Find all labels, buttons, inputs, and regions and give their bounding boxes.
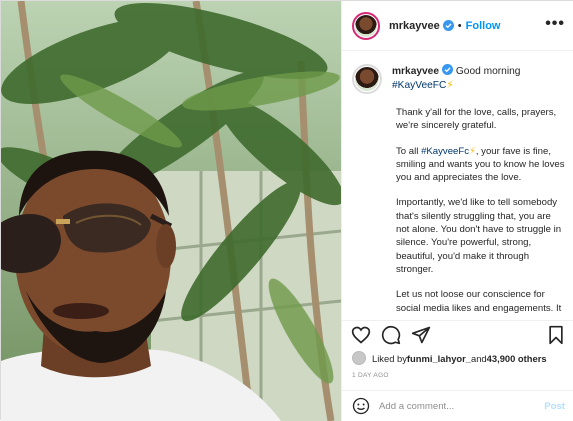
likes-summary: Liked by funmi_lahyor_ and 43,900 others bbox=[352, 351, 572, 365]
more-options-icon[interactable]: ••• bbox=[545, 16, 565, 32]
selfie-image bbox=[1, 1, 341, 421]
caption-area: mrkayvee Good morning #KayVeeFC⚡ Thank y… bbox=[342, 52, 573, 320]
post-photo[interactable] bbox=[1, 1, 341, 421]
caption-first-line: mrkayvee Good morning #KayVeeFC⚡ bbox=[392, 64, 520, 92]
verified-badge-icon bbox=[442, 64, 454, 75]
liker-avatar[interactable] bbox=[352, 351, 366, 365]
hashtag-link[interactable]: #KayveeFc bbox=[421, 146, 469, 157]
caption-paragraph: Importantly, we'd like to tell somebody … bbox=[396, 197, 562, 275]
follow-button[interactable]: Follow bbox=[466, 20, 501, 32]
verified-badge-icon bbox=[442, 20, 454, 31]
share-icon bbox=[411, 326, 431, 343]
like-button[interactable] bbox=[351, 325, 371, 345]
bookmark-icon bbox=[549, 325, 563, 344]
separator-dot: • bbox=[457, 19, 462, 32]
caption-avatar[interactable] bbox=[352, 64, 382, 94]
caption-paragraph: Let us not loose our conscience for soci… bbox=[396, 289, 562, 314]
caption-greeting: Good morning bbox=[455, 66, 521, 77]
smiley-icon[interactable] bbox=[352, 397, 370, 415]
caption-paragraph: To all #KayveeFc⚡, your fave is fine, sm… bbox=[396, 145, 565, 185]
post-comment-button[interactable]: Post bbox=[544, 401, 565, 412]
hashtag-link[interactable]: #KayVeeFC bbox=[392, 80, 446, 91]
lightning-emoji-icon: ⚡ bbox=[469, 145, 476, 157]
caption-paragraph: Thank y'all for the love, calls, prayers… bbox=[396, 107, 557, 132]
post-timestamp[interactable]: 1 DAY AGO bbox=[352, 372, 389, 379]
comment-button[interactable] bbox=[381, 325, 401, 345]
post-sidebar: mrkayvee • Follow ••• mrkayvee Good morn… bbox=[341, 1, 573, 421]
comment-icon bbox=[381, 325, 401, 344]
likes-middle: and bbox=[471, 352, 487, 364]
liker-username[interactable]: funmi_lahyor_ bbox=[407, 353, 471, 364]
likes-count[interactable]: 43,900 others bbox=[487, 353, 547, 364]
author-avatar[interactable] bbox=[352, 11, 380, 40]
action-bar bbox=[342, 320, 573, 348]
caption-header: mrkayvee Good morning #KayVeeFC⚡ bbox=[352, 64, 565, 94]
post-header: mrkayvee • Follow ••• bbox=[342, 1, 573, 51]
comment-input[interactable] bbox=[379, 400, 545, 412]
save-button[interactable] bbox=[546, 325, 566, 345]
comment-bar: Post bbox=[342, 390, 573, 421]
lightning-emoji-icon: ⚡ bbox=[446, 79, 454, 91]
caption-body: Thank y'all for the love, calls, prayers… bbox=[396, 106, 565, 315]
likes-prefix: Liked by bbox=[372, 352, 407, 364]
share-button[interactable] bbox=[411, 325, 431, 345]
heart-icon bbox=[351, 326, 371, 344]
instagram-post: mrkayvee • Follow ••• mrkayvee Good morn… bbox=[0, 0, 573, 421]
author-username[interactable]: mrkayvee bbox=[389, 20, 440, 32]
caption-username[interactable]: mrkayvee bbox=[392, 66, 439, 77]
caption-text: To all bbox=[396, 145, 422, 157]
